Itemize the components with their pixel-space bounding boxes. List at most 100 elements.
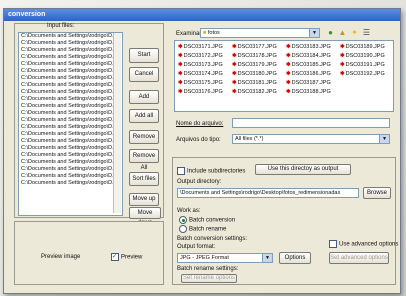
look-in-value: fotos: [207, 30, 220, 36]
work-as-label: Work as:: [177, 208, 201, 214]
chevron-down-icon: ▼: [262, 254, 272, 262]
filetype-select[interactable]: All files (*.*) ▼: [232, 134, 390, 144]
image-file-icon: ✱: [286, 71, 291, 77]
input-file-row[interactable]: C:\Documents and Settings\rodrigo\D...: [19, 180, 122, 187]
browser-file-item[interactable]: ✱DSC03185.JPG: [286, 62, 331, 68]
set-rename-options-button[interactable]: Set rename options: [181, 274, 237, 283]
input-file-row[interactable]: C:\Documents and Settings\rodrigo\D...: [19, 40, 122, 47]
input-file-row[interactable]: C:\Documents and Settings\rodrigo\D...: [19, 82, 122, 89]
browser-file-name: DSC03187.JPG: [291, 80, 331, 86]
browser-file-item[interactable]: ✱DSC03190.JPG: [340, 53, 385, 59]
output-format-select[interactable]: JPG - JPEG Format ▼: [177, 253, 273, 263]
image-file-icon: ✱: [178, 53, 183, 59]
input-file-row[interactable]: C:\Documents and Settings\rodrigo\D...: [19, 145, 122, 152]
input-file-row[interactable]: C:\Documents and Settings\rodrigo\D...: [19, 117, 122, 124]
input-file-row[interactable]: C:\Documents and Settings\rodrigo\D...: [19, 138, 122, 145]
start-button[interactable]: Start: [129, 48, 159, 63]
browser-file-item[interactable]: ✱DSC03179.JPG: [232, 62, 277, 68]
filename-input[interactable]: [232, 118, 390, 128]
input-file-row[interactable]: C:\Documents and Settings\rodrigo\D...: [19, 54, 122, 61]
batch-conv-settings-label: Batch conversion settings:: [177, 236, 248, 242]
up-folder-icon[interactable]: ▲: [338, 28, 347, 37]
browser-file-name: DSC03177.JPG: [237, 44, 277, 50]
add-button[interactable]: Add: [129, 90, 159, 104]
include-subdirs-checkbox[interactable]: Include subdirectories: [177, 167, 245, 175]
preview-checkbox[interactable]: Preview: [111, 253, 142, 261]
output-format-label: Output format:: [177, 244, 216, 250]
input-file-row[interactable]: C:\Documents and Settings\rodrigo\D...: [19, 96, 122, 103]
include-subdirs-label: Include subdirectories: [187, 168, 246, 175]
remove-button[interactable]: Remove: [129, 130, 159, 144]
file-browser-list[interactable]: ✱DSC03171.JPG ✱DSC03172.JPG ✱DSC03173.JPG ✱…: [174, 40, 394, 112]
input-file-row[interactable]: C:\Documents and Settings\rodrigo\D...: [19, 68, 122, 75]
set-advanced-options-button[interactable]: Set advanced options: [329, 252, 389, 264]
use-advanced-label: Use advanced options: [339, 241, 399, 248]
new-folder-icon[interactable]: ✦: [350, 28, 359, 37]
browser-file-item[interactable]: ✱DSC03178.JPG: [232, 53, 277, 59]
input-file-row[interactable]: C:\Documents and Settings\rodrigo\D...: [19, 89, 122, 96]
browser-file-name: DSC03174.JPG: [183, 71, 223, 77]
image-file-icon: ✱: [178, 62, 183, 68]
use-advanced-checkbox[interactable]: Use advanced options: [329, 240, 398, 248]
browser-file-name: DSC03179.JPG: [237, 62, 277, 68]
window-title: conversion: [4, 9, 400, 21]
browser-file-name: DSC03176.JPG: [183, 89, 223, 95]
browser-file-item[interactable]: ✱DSC03176.JPG: [178, 89, 223, 95]
add-all-button[interactable]: Add all: [129, 109, 159, 123]
browser-file-item[interactable]: ✱DSC03184.JPG: [286, 53, 331, 59]
chevron-down-icon: ▼: [379, 135, 389, 143]
batch-conversion-radio[interactable]: Batch conversion: [179, 216, 235, 224]
browser-file-item[interactable]: ✱DSC03186.JPG: [286, 71, 331, 77]
input-file-row[interactable]: C:\Documents and Settings\rodrigo\D...: [19, 33, 122, 40]
input-file-row[interactable]: C:\Documents and Settings\rodrigo\D...: [19, 159, 122, 166]
input-file-row[interactable]: C:\Documents and Settings\rodrigo\D...: [19, 152, 122, 159]
browser-file-item[interactable]: ✱DSC03177.JPG: [232, 44, 277, 50]
browser-file-item[interactable]: ✱DSC03172.JPG: [178, 53, 223, 59]
preview-panel: Preview image Preview: [14, 221, 164, 285]
filename-label: Nome do arquivo:: [176, 121, 224, 127]
remove-all-button[interactable]: Remove All: [129, 149, 159, 171]
browser-file-item[interactable]: ✱DSC03192.JPG: [340, 71, 385, 77]
use-advanced-check-icon: [329, 240, 337, 248]
input-list-scrollbar[interactable]: [113, 33, 121, 213]
batch-rename-radio[interactable]: Batch rename: [179, 225, 226, 233]
view-menu-icon[interactable]: ☰: [362, 28, 371, 37]
browser-file-item[interactable]: ✱DSC03175.JPG: [178, 80, 223, 86]
browser-file-item[interactable]: ✱DSC03174.JPG: [178, 71, 223, 77]
browser-file-name: DSC03185.JPG: [291, 62, 331, 68]
browser-file-item[interactable]: ✱DSC03183.JPG: [286, 44, 331, 50]
browser-file-item[interactable]: ✱DSC03188.JPG: [286, 89, 331, 95]
browser-file-item[interactable]: ✱DSC03180.JPG: [232, 71, 277, 77]
input-file-row[interactable]: C:\Documents and Settings\rodrigo\D...: [19, 75, 122, 82]
browser-file-item[interactable]: ✱DSC03189.JPG: [340, 44, 385, 50]
input-files-list[interactable]: C:\Documents and Settings\rodrigo\D... C:…: [18, 32, 123, 216]
look-in-select[interactable]: ■ fotos ▼: [200, 28, 320, 38]
input-file-row[interactable]: C:\Documents and Settings\rodrigo\D...: [19, 61, 122, 68]
back-icon[interactable]: ●: [326, 28, 335, 37]
input-file-row[interactable]: C:\Documents and Settings\rodrigo\D...: [19, 173, 122, 180]
look-in-label: Examinar:: [176, 31, 204, 37]
output-dir-input[interactable]: \Documents and Settings\rodrigo\Desktop\…: [177, 188, 359, 198]
sort-files-button[interactable]: Sort files: [129, 172, 159, 186]
move-up-button[interactable]: Move up: [129, 193, 159, 206]
image-file-icon: ✱: [178, 71, 183, 77]
browser-file-item[interactable]: ✱DSC03187.JPG: [286, 80, 331, 86]
browser-file-item[interactable]: ✱DSC03173.JPG: [178, 62, 223, 68]
input-file-row[interactable]: C:\Documents and Settings\rodrigo\D...: [19, 103, 122, 110]
cancel-button[interactable]: Cancel: [129, 67, 159, 82]
browser-file-item[interactable]: ✱DSC03181.JPG: [232, 80, 277, 86]
browser-file-item[interactable]: ✱DSC03171.JPG: [178, 44, 223, 50]
browser-file-name: DSC03190.JPG: [345, 53, 385, 59]
browse-button[interactable]: Browse: [363, 187, 391, 199]
input-file-row[interactable]: C:\Documents and Settings\rodrigo\D...: [19, 110, 122, 117]
input-file-row[interactable]: C:\Documents and Settings\rodrigo\D...: [19, 47, 122, 54]
browser-file-item[interactable]: ✱DSC03182.JPG: [232, 89, 277, 95]
input-file-row[interactable]: C:\Documents and Settings\rodrigo\D...: [19, 131, 122, 138]
image-file-icon: ✱: [286, 80, 291, 86]
format-options-button[interactable]: Options: [279, 252, 311, 264]
move-down-button[interactable]: Move down: [129, 207, 161, 226]
input-file-row[interactable]: C:\Documents and Settings\rodrigo\D...: [19, 124, 122, 131]
input-file-row[interactable]: C:\Documents and Settings\rodrigo\D...: [19, 166, 122, 173]
browser-file-item[interactable]: ✱DSC03191.JPG: [340, 62, 385, 68]
use-dir-as-output-button[interactable]: Use this directoy as output: [255, 164, 351, 175]
